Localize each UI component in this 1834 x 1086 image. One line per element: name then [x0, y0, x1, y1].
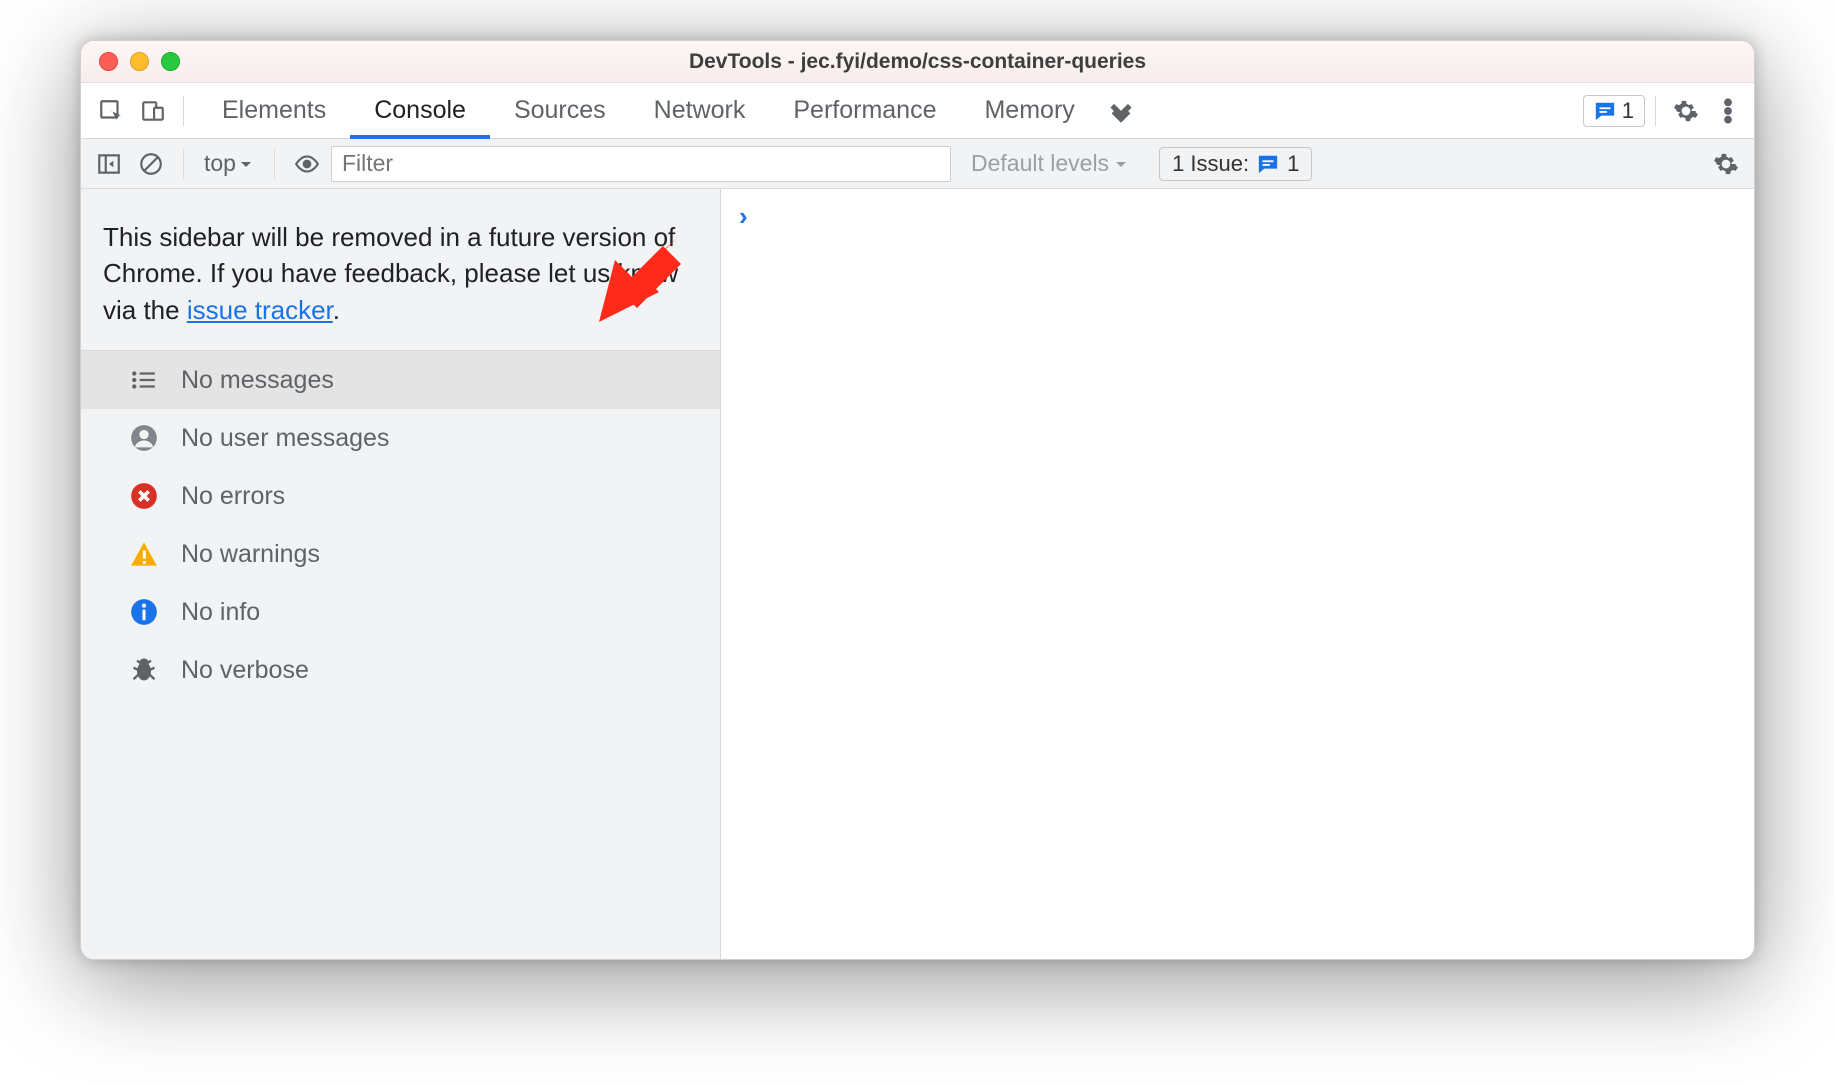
- console-sidebar: This sidebar will be removed in a future…: [81, 189, 721, 959]
- more-tabs-button[interactable]: [1101, 91, 1141, 131]
- separator: [274, 149, 275, 179]
- tab-console[interactable]: Console: [350, 83, 490, 139]
- filter-warnings[interactable]: No warnings: [81, 525, 720, 583]
- devtools-window: DevTools - jec.fyi/demo/css-container-qu…: [80, 40, 1755, 960]
- separator: [183, 96, 184, 126]
- gear-icon: [1713, 151, 1739, 177]
- tab-network[interactable]: Network: [630, 83, 770, 139]
- user-icon: [129, 423, 159, 453]
- gear-icon: [1673, 98, 1699, 124]
- error-icon: [129, 481, 159, 511]
- filter-label: No warnings: [181, 540, 320, 569]
- context-selector[interactable]: top: [198, 150, 260, 177]
- tab-elements[interactable]: Elements: [198, 83, 350, 139]
- log-levels-selector[interactable]: Default levels: [971, 150, 1129, 177]
- settings-button[interactable]: [1666, 91, 1706, 131]
- tab-sources[interactable]: Sources: [490, 83, 630, 139]
- content-area: This sidebar will be removed in a future…: [81, 189, 1754, 959]
- dropdown-icon: [238, 156, 254, 172]
- live-expression-button[interactable]: [289, 146, 325, 182]
- feedback-badge[interactable]: 1: [1583, 95, 1645, 127]
- issues-label: 1 Issue:: [1172, 151, 1249, 177]
- levels-label: Default levels: [971, 150, 1109, 177]
- filter-user-messages[interactable]: No user messages: [81, 409, 720, 467]
- chat-icon: [1257, 153, 1279, 175]
- info-icon: [129, 597, 159, 627]
- separator: [183, 149, 184, 179]
- filter-messages[interactable]: No messages: [81, 351, 720, 409]
- console-prompt: ›: [739, 201, 748, 231]
- filter-label: No errors: [181, 482, 285, 511]
- inspect-element-button[interactable]: [91, 91, 131, 131]
- filter-errors[interactable]: No errors: [81, 467, 720, 525]
- filter-input[interactable]: [331, 146, 951, 182]
- titlebar: DevTools - jec.fyi/demo/css-container-qu…: [81, 41, 1754, 83]
- filter-label: No info: [181, 598, 260, 627]
- clear-console-button[interactable]: [133, 146, 169, 182]
- window-controls: [99, 52, 180, 71]
- issues-badge[interactable]: 1 Issue: 1: [1159, 147, 1312, 181]
- chat-icon: [1594, 100, 1616, 122]
- bug-icon: [129, 655, 159, 685]
- warning-icon: [129, 539, 159, 569]
- filter-info[interactable]: No info: [81, 583, 720, 641]
- minimize-window-button[interactable]: [130, 52, 149, 71]
- kebab-icon: [1724, 98, 1732, 124]
- filter-label: No messages: [181, 366, 334, 395]
- window-title: DevTools - jec.fyi/demo/css-container-qu…: [689, 50, 1146, 74]
- issue-tracker-link[interactable]: issue tracker: [187, 295, 333, 325]
- tab-performance[interactable]: Performance: [769, 83, 960, 139]
- issues-count: 1: [1287, 151, 1299, 177]
- toggle-sidebar-button[interactable]: [91, 146, 127, 182]
- tab-memory[interactable]: Memory: [960, 83, 1098, 139]
- deprecation-notice: This sidebar will be removed in a future…: [81, 189, 720, 351]
- separator: [1655, 96, 1656, 126]
- dropdown-icon: [1113, 156, 1129, 172]
- eye-icon: [294, 151, 320, 177]
- console-settings-button[interactable]: [1708, 146, 1744, 182]
- filter-label: No user messages: [181, 424, 389, 453]
- filter-verbose[interactable]: No verbose: [81, 641, 720, 699]
- panel-tabs: Elements Console Sources Network Perform…: [198, 83, 1099, 139]
- feedback-count: 1: [1622, 98, 1634, 124]
- period: .: [333, 295, 340, 325]
- maximize-window-button[interactable]: [161, 52, 180, 71]
- more-options-button[interactable]: [1708, 91, 1748, 131]
- close-window-button[interactable]: [99, 52, 118, 71]
- context-label: top: [204, 150, 236, 177]
- list-icon: [129, 365, 159, 395]
- device-toggle-button[interactable]: [133, 91, 173, 131]
- console-output[interactable]: ›: [721, 189, 1754, 959]
- main-toolbar: Elements Console Sources Network Perform…: [81, 83, 1754, 139]
- sidebar-filters: No messages No user messages No errors N…: [81, 351, 720, 699]
- filter-label: No verbose: [181, 656, 309, 685]
- console-toolbar: top Default levels 1 Issue: 1: [81, 139, 1754, 189]
